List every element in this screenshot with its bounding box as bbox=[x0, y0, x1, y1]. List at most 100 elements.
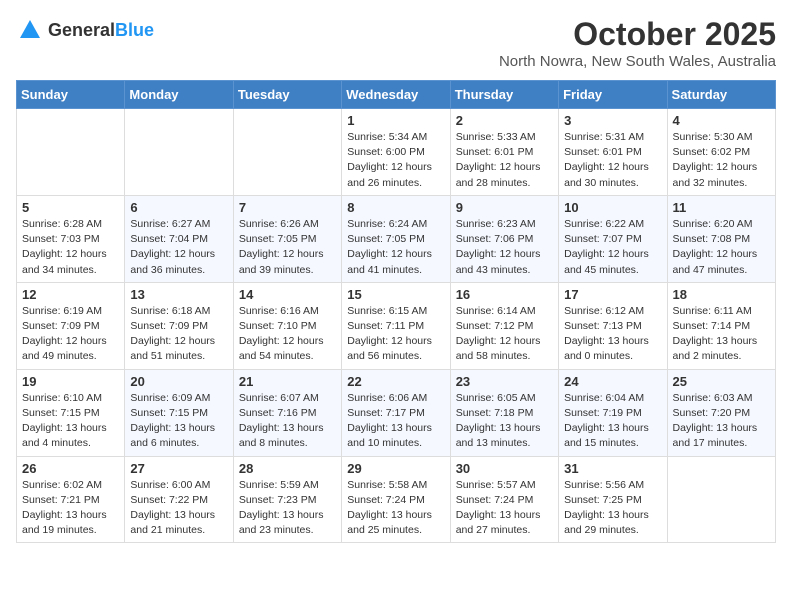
cell-content: Sunrise: 6:12 AM Sunset: 7:13 PM Dayligh… bbox=[564, 304, 661, 365]
day-number: 30 bbox=[456, 461, 553, 476]
day-number: 29 bbox=[347, 461, 444, 476]
day-header-tuesday: Tuesday bbox=[233, 81, 341, 109]
calendar-cell bbox=[125, 109, 233, 196]
day-number: 9 bbox=[456, 200, 553, 215]
logo-icon bbox=[16, 16, 44, 44]
calendar-cell: 8Sunrise: 6:24 AM Sunset: 7:05 PM Daylig… bbox=[342, 195, 450, 282]
day-number: 18 bbox=[673, 287, 770, 302]
day-number: 27 bbox=[130, 461, 227, 476]
cell-content: Sunrise: 6:20 AM Sunset: 7:08 PM Dayligh… bbox=[673, 217, 770, 278]
calendar-cell: 14Sunrise: 6:16 AM Sunset: 7:10 PM Dayli… bbox=[233, 282, 341, 369]
calendar-cell: 24 Sunrise: 6:04 AM Sunset: 7:19 PM Dayli… bbox=[559, 369, 667, 456]
day-number: 1 bbox=[347, 113, 444, 128]
cell-content: Sunrise: 6:00 AM Sunset: 7:22 PM Dayligh… bbox=[130, 478, 227, 539]
cell-content: Sunrise: 6:03 AM Sunset: 7:20 PM Dayligh… bbox=[673, 391, 770, 452]
week-row-1: 5 Sunrise: 6:28 AM Sunset: 7:03 PM Daylig… bbox=[17, 195, 776, 282]
day-number: 2 bbox=[456, 113, 553, 128]
day-number: 23 bbox=[456, 374, 553, 389]
day-number: 31 bbox=[564, 461, 661, 476]
day-number: 15 bbox=[347, 287, 444, 302]
day-number: 12 bbox=[22, 287, 119, 302]
logo: GeneralBlue bbox=[16, 16, 154, 44]
calendar-cell: 15 Sunrise: 6:15 AM Sunset: 7:11 PM Dayli… bbox=[342, 282, 450, 369]
day-number: 3 bbox=[564, 113, 661, 128]
title-area: October 2025 North Nowra, New South Wale… bbox=[499, 16, 776, 70]
cell-content: Sunrise: 5:57 AM Sunset: 7:24 PM Dayligh… bbox=[456, 478, 553, 539]
calendar-cell: 20 Sunrise: 6:09 AM Sunset: 7:15 PM Dayli… bbox=[125, 369, 233, 456]
day-header-sunday: Sunday bbox=[17, 81, 125, 109]
calendar-cell: 9 Sunrise: 6:23 AM Sunset: 7:06 PM Daylig… bbox=[450, 195, 558, 282]
cell-content: Sunrise: 6:23 AM Sunset: 7:06 PM Dayligh… bbox=[456, 217, 553, 278]
cell-content: Sunrise: 6:10 AM Sunset: 7:15 PM Dayligh… bbox=[22, 391, 119, 452]
week-row-3: 19 Sunrise: 6:10 AM Sunset: 7:15 PM Dayli… bbox=[17, 369, 776, 456]
calendar-cell bbox=[233, 109, 341, 196]
calendar-cell: 18Sunrise: 6:11 AM Sunset: 7:14 PM Dayli… bbox=[667, 282, 775, 369]
calendar-cell: 23 Sunrise: 6:05 AM Sunset: 7:18 PM Dayli… bbox=[450, 369, 558, 456]
logo-blue: Blue bbox=[115, 20, 154, 40]
day-number: 7 bbox=[239, 200, 336, 215]
calendar-cell: 5 Sunrise: 6:28 AM Sunset: 7:03 PM Daylig… bbox=[17, 195, 125, 282]
cell-content: Sunrise: 5:58 AM Sunset: 7:24 PM Dayligh… bbox=[347, 478, 444, 539]
calendar: SundayMondayTuesdayWednesdayThursdayFrid… bbox=[16, 80, 776, 543]
day-number: 19 bbox=[22, 374, 119, 389]
calendar-cell: 31 Sunrise: 5:56 AM Sunset: 7:25 PM Dayli… bbox=[559, 456, 667, 543]
cell-content: Sunrise: 6:05 AM Sunset: 7:18 PM Dayligh… bbox=[456, 391, 553, 452]
location-title: North Nowra, New South Wales, Australia bbox=[499, 53, 776, 70]
day-header-friday: Friday bbox=[559, 81, 667, 109]
cell-content: Sunrise: 6:28 AM Sunset: 7:03 PM Dayligh… bbox=[22, 217, 119, 278]
cell-content: Sunrise: 5:30 AM Sunset: 6:02 PM Dayligh… bbox=[673, 130, 770, 191]
day-header-monday: Monday bbox=[125, 81, 233, 109]
cell-content: Sunrise: 6:14 AM Sunset: 7:12 PM Dayligh… bbox=[456, 304, 553, 365]
cell-content: Sunrise: 6:18 AM Sunset: 7:09 PM Dayligh… bbox=[130, 304, 227, 365]
day-number: 4 bbox=[673, 113, 770, 128]
day-number: 28 bbox=[239, 461, 336, 476]
calendar-cell: 4 Sunrise: 5:30 AM Sunset: 6:02 PM Daylig… bbox=[667, 109, 775, 196]
cell-content: Sunrise: 6:19 AM Sunset: 7:09 PM Dayligh… bbox=[22, 304, 119, 365]
cell-content: Sunrise: 6:24 AM Sunset: 7:05 PM Dayligh… bbox=[347, 217, 444, 278]
day-number: 17 bbox=[564, 287, 661, 302]
calendar-cell: 21Sunrise: 6:07 AM Sunset: 7:16 PM Dayli… bbox=[233, 369, 341, 456]
day-number: 24 bbox=[564, 374, 661, 389]
cell-content: Sunrise: 5:31 AM Sunset: 6:01 PM Dayligh… bbox=[564, 130, 661, 191]
cell-content: Sunrise: 6:27 AM Sunset: 7:04 PM Dayligh… bbox=[130, 217, 227, 278]
day-number: 13 bbox=[130, 287, 227, 302]
calendar-cell: 25 Sunrise: 6:03 AM Sunset: 7:20 PM Dayli… bbox=[667, 369, 775, 456]
cell-content: Sunrise: 6:09 AM Sunset: 7:15 PM Dayligh… bbox=[130, 391, 227, 452]
calendar-cell: 27 Sunrise: 6:00 AM Sunset: 7:22 PM Dayli… bbox=[125, 456, 233, 543]
calendar-cell: 13 Sunrise: 6:18 AM Sunset: 7:09 PM Dayli… bbox=[125, 282, 233, 369]
week-row-4: 26Sunrise: 6:02 AM Sunset: 7:21 PM Dayli… bbox=[17, 456, 776, 543]
day-number: 25 bbox=[673, 374, 770, 389]
calendar-cell: 11 Sunrise: 6:20 AM Sunset: 7:08 PM Dayli… bbox=[667, 195, 775, 282]
week-row-0: 1 Sunrise: 5:34 AM Sunset: 6:00 PM Daylig… bbox=[17, 109, 776, 196]
cell-content: Sunrise: 5:33 AM Sunset: 6:01 PM Dayligh… bbox=[456, 130, 553, 191]
logo-general: General bbox=[48, 20, 115, 40]
calendar-cell: 6 Sunrise: 6:27 AM Sunset: 7:04 PM Daylig… bbox=[125, 195, 233, 282]
cell-content: Sunrise: 5:56 AM Sunset: 7:25 PM Dayligh… bbox=[564, 478, 661, 539]
day-number: 10 bbox=[564, 200, 661, 215]
cell-content: Sunrise: 6:15 AM Sunset: 7:11 PM Dayligh… bbox=[347, 304, 444, 365]
cell-content: Sunrise: 6:07 AM Sunset: 7:16 PM Dayligh… bbox=[239, 391, 336, 452]
cell-content: Sunrise: 6:26 AM Sunset: 7:05 PM Dayligh… bbox=[239, 217, 336, 278]
day-number: 6 bbox=[130, 200, 227, 215]
day-number: 11 bbox=[673, 200, 770, 215]
cell-content: Sunrise: 6:06 AM Sunset: 7:17 PM Dayligh… bbox=[347, 391, 444, 452]
cell-content: Sunrise: 6:04 AM Sunset: 7:19 PM Dayligh… bbox=[564, 391, 661, 452]
calendar-cell: 22Sunrise: 6:06 AM Sunset: 7:17 PM Dayli… bbox=[342, 369, 450, 456]
day-header-saturday: Saturday bbox=[667, 81, 775, 109]
day-number: 5 bbox=[22, 200, 119, 215]
calendar-cell: 10Sunrise: 6:22 AM Sunset: 7:07 PM Dayli… bbox=[559, 195, 667, 282]
calendar-cell: 3 Sunrise: 5:31 AM Sunset: 6:01 PM Daylig… bbox=[559, 109, 667, 196]
calendar-cell: 29 Sunrise: 5:58 AM Sunset: 7:24 PM Dayli… bbox=[342, 456, 450, 543]
cell-content: Sunrise: 5:34 AM Sunset: 6:00 PM Dayligh… bbox=[347, 130, 444, 191]
day-number: 16 bbox=[456, 287, 553, 302]
cell-content: Sunrise: 6:16 AM Sunset: 7:10 PM Dayligh… bbox=[239, 304, 336, 365]
calendar-cell: 30 Sunrise: 5:57 AM Sunset: 7:24 PM Dayli… bbox=[450, 456, 558, 543]
calendar-cell bbox=[17, 109, 125, 196]
month-title: October 2025 bbox=[499, 16, 776, 53]
calendar-cell bbox=[667, 456, 775, 543]
day-header-wednesday: Wednesday bbox=[342, 81, 450, 109]
day-number: 20 bbox=[130, 374, 227, 389]
calendar-cell: 2 Sunrise: 5:33 AM Sunset: 6:01 PM Daylig… bbox=[450, 109, 558, 196]
day-number: 26 bbox=[22, 461, 119, 476]
calendar-cell: 12 Sunrise: 6:19 AM Sunset: 7:09 PM Dayli… bbox=[17, 282, 125, 369]
